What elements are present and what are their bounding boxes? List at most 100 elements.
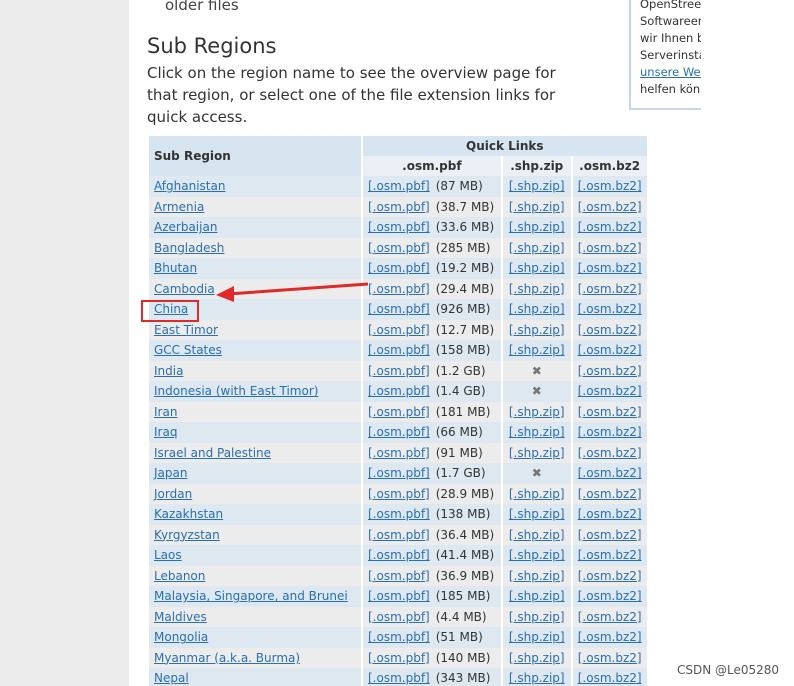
pbf-link[interactable]: [.osm.pbf] xyxy=(368,200,430,214)
bz2-link[interactable]: [.osm.bz2] xyxy=(578,323,642,337)
shp-cell: [.shp.zip] xyxy=(502,545,571,566)
region-link[interactable]: Kyrgyzstan xyxy=(154,528,220,542)
shp-link[interactable]: [.shp.zip] xyxy=(509,528,565,542)
pbf-link[interactable]: [.osm.pbf] xyxy=(368,589,430,603)
shp-link[interactable]: [.shp.zip] xyxy=(509,200,565,214)
pbf-link[interactable]: [.osm.pbf] xyxy=(368,507,430,521)
bz2-link[interactable]: [.osm.bz2] xyxy=(578,671,642,685)
region-link[interactable]: Malaysia, Singapore, and Brunei xyxy=(154,589,348,603)
bz2-link[interactable]: [.osm.bz2] xyxy=(578,487,642,501)
region-link[interactable]: Nepal xyxy=(154,671,189,685)
pbf-link[interactable]: [.osm.pbf] xyxy=(368,364,430,378)
pbf-link[interactable]: [.osm.pbf] xyxy=(368,487,430,501)
sidebar-line: helfen könn xyxy=(640,82,701,96)
pbf-link[interactable]: [.osm.pbf] xyxy=(368,384,430,398)
region-link[interactable]: Iran xyxy=(154,405,177,419)
bz2-link[interactable]: [.osm.bz2] xyxy=(578,200,642,214)
region-link[interactable]: Indonesia (with East Timor) xyxy=(154,384,318,398)
region-link[interactable]: Bangladesh xyxy=(154,241,224,255)
bz2-link[interactable]: [.osm.bz2] xyxy=(578,241,642,255)
pbf-link[interactable]: [.osm.pbf] xyxy=(368,548,430,562)
pbf-link[interactable]: [.osm.pbf] xyxy=(368,630,430,644)
shp-link[interactable]: [.shp.zip] xyxy=(509,487,565,501)
pbf-link[interactable]: [.osm.pbf] xyxy=(368,241,430,255)
shp-link[interactable]: [.shp.zip] xyxy=(509,261,565,275)
bz2-link[interactable]: [.osm.bz2] xyxy=(578,651,642,665)
shp-link[interactable]: [.shp.zip] xyxy=(509,343,565,357)
bz2-link[interactable]: [.osm.bz2] xyxy=(578,528,642,542)
shp-link[interactable]: [.shp.zip] xyxy=(509,589,565,603)
shp-link[interactable]: [.shp.zip] xyxy=(509,425,565,439)
region-link[interactable]: Cambodia xyxy=(154,282,215,296)
region-link[interactable]: Mongolia xyxy=(154,630,208,644)
region-link[interactable]: Afghanistan xyxy=(154,179,225,193)
bz2-link[interactable]: [.osm.bz2] xyxy=(578,425,642,439)
shp-link[interactable]: [.shp.zip] xyxy=(509,671,565,685)
pbf-link[interactable]: [.osm.pbf] xyxy=(368,528,430,542)
shp-link[interactable]: [.shp.zip] xyxy=(509,220,565,234)
bz2-link[interactable]: [.osm.bz2] xyxy=(578,548,642,562)
bz2-link[interactable]: [.osm.bz2] xyxy=(578,364,642,378)
shp-link[interactable]: [.shp.zip] xyxy=(509,610,565,624)
pbf-link[interactable]: [.osm.pbf] xyxy=(368,466,430,480)
region-link[interactable]: Kazakhstan xyxy=(154,507,223,521)
pbf-link[interactable]: [.osm.pbf] xyxy=(368,282,430,296)
pbf-link[interactable]: [.osm.pbf] xyxy=(368,569,430,583)
bz2-link[interactable]: [.osm.bz2] xyxy=(578,302,642,316)
pbf-link[interactable]: [.osm.pbf] xyxy=(368,610,430,624)
region-link[interactable]: Lebanon xyxy=(154,569,205,583)
shp-link[interactable]: [.shp.zip] xyxy=(509,651,565,665)
bz2-link[interactable]: [.osm.bz2] xyxy=(578,343,642,357)
shp-link[interactable]: [.shp.zip] xyxy=(509,179,565,193)
sidebar-link[interactable]: unsere Web xyxy=(640,64,701,81)
bz2-link[interactable]: [.osm.bz2] xyxy=(578,446,642,460)
region-link[interactable]: Maldives xyxy=(154,610,207,624)
pbf-link[interactable]: [.osm.pbf] xyxy=(368,343,430,357)
shp-link[interactable]: [.shp.zip] xyxy=(509,323,565,337)
pbf-link[interactable]: [.osm.pbf] xyxy=(368,671,430,685)
shp-cell: [.shp.zip] xyxy=(502,401,571,422)
region-link[interactable]: Myanmar (a.k.a. Burma) xyxy=(154,651,300,665)
bz2-link[interactable]: [.osm.bz2] xyxy=(578,610,642,624)
pbf-link[interactable]: [.osm.pbf] xyxy=(368,446,430,460)
bz2-link[interactable]: [.osm.bz2] xyxy=(578,507,642,521)
region-link[interactable]: GCC States xyxy=(154,343,222,357)
region-link[interactable]: Laos xyxy=(154,548,182,562)
shp-link[interactable]: [.shp.zip] xyxy=(509,446,565,460)
bz2-link[interactable]: [.osm.bz2] xyxy=(578,405,642,419)
region-link[interactable]: East Timor xyxy=(154,323,218,337)
shp-link[interactable]: [.shp.zip] xyxy=(509,569,565,583)
shp-link[interactable]: [.shp.zip] xyxy=(509,548,565,562)
bz2-link[interactable]: [.osm.bz2] xyxy=(578,589,642,603)
region-link[interactable]: Japan xyxy=(154,466,187,480)
region-link[interactable]: Iraq xyxy=(154,425,177,439)
bz2-link[interactable]: [.osm.bz2] xyxy=(578,466,642,480)
bz2-link[interactable]: [.osm.bz2] xyxy=(578,384,642,398)
region-link[interactable]: Jordan xyxy=(154,487,192,501)
pbf-link[interactable]: [.osm.pbf] xyxy=(368,261,430,275)
pbf-link[interactable]: [.osm.pbf] xyxy=(368,220,430,234)
pbf-link[interactable]: [.osm.pbf] xyxy=(368,179,430,193)
pbf-link[interactable]: [.osm.pbf] xyxy=(368,425,430,439)
bz2-link[interactable]: [.osm.bz2] xyxy=(578,282,642,296)
region-link[interactable]: Israel and Palestine xyxy=(154,446,271,460)
region-link[interactable]: Azerbaijan xyxy=(154,220,217,234)
bz2-link[interactable]: [.osm.bz2] xyxy=(578,261,642,275)
pbf-link[interactable]: [.osm.pbf] xyxy=(368,651,430,665)
pbf-link[interactable]: [.osm.pbf] xyxy=(368,323,430,337)
shp-link[interactable]: [.shp.zip] xyxy=(509,302,565,316)
bz2-link[interactable]: [.osm.bz2] xyxy=(578,220,642,234)
bz2-link[interactable]: [.osm.bz2] xyxy=(578,179,642,193)
region-link[interactable]: Armenia xyxy=(154,200,204,214)
region-link[interactable]: Bhutan xyxy=(154,261,197,275)
shp-link[interactable]: [.shp.zip] xyxy=(509,405,565,419)
bz2-link[interactable]: [.osm.bz2] xyxy=(578,569,642,583)
bz2-link[interactable]: [.osm.bz2] xyxy=(578,630,642,644)
shp-link[interactable]: [.shp.zip] xyxy=(509,630,565,644)
shp-link[interactable]: [.shp.zip] xyxy=(509,282,565,296)
pbf-link[interactable]: [.osm.pbf] xyxy=(368,302,430,316)
shp-link[interactable]: [.shp.zip] xyxy=(509,507,565,521)
shp-link[interactable]: [.shp.zip] xyxy=(509,241,565,255)
pbf-link[interactable]: [.osm.pbf] xyxy=(368,405,430,419)
region-link[interactable]: India xyxy=(154,364,183,378)
